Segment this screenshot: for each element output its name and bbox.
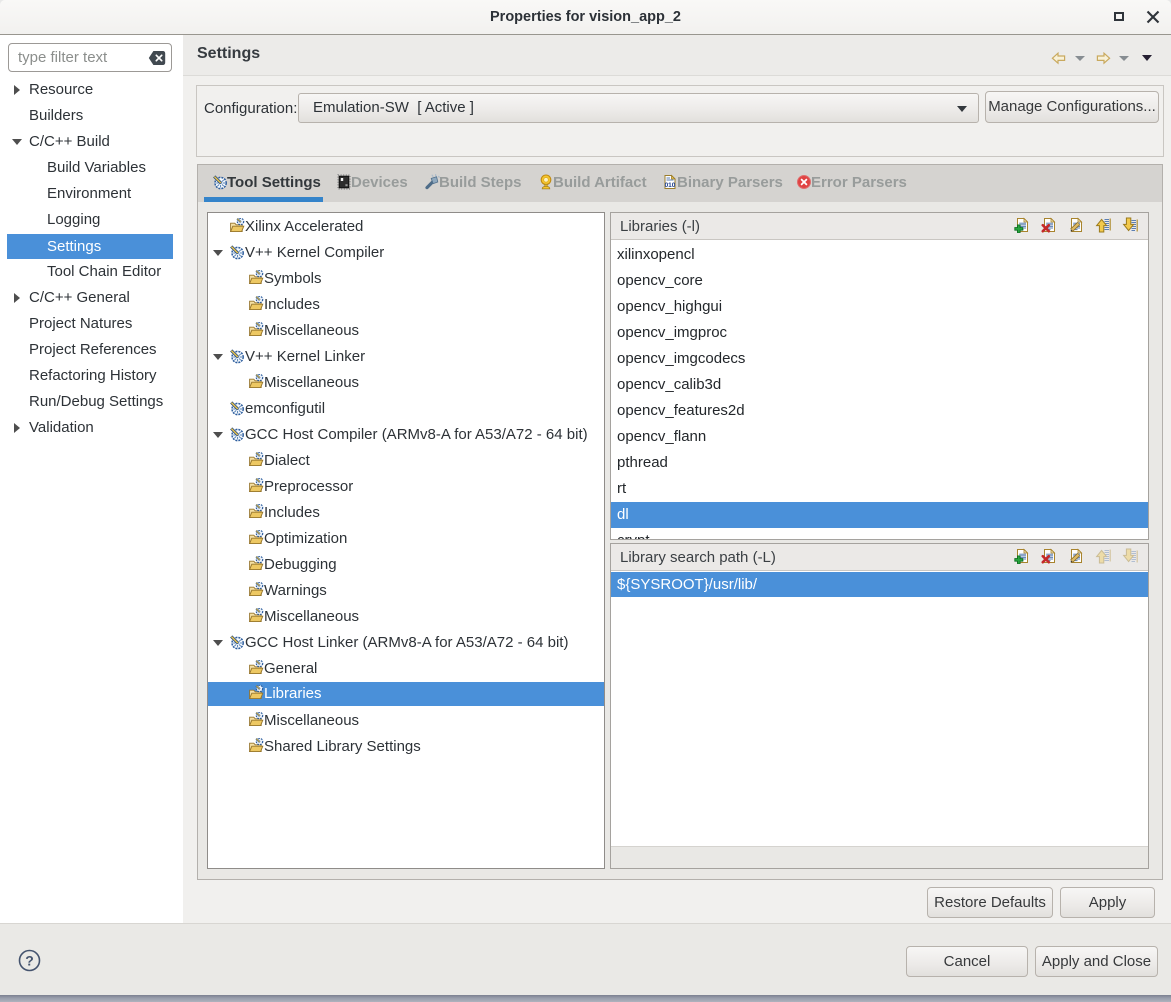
svg-text:?: ? — [25, 953, 34, 969]
